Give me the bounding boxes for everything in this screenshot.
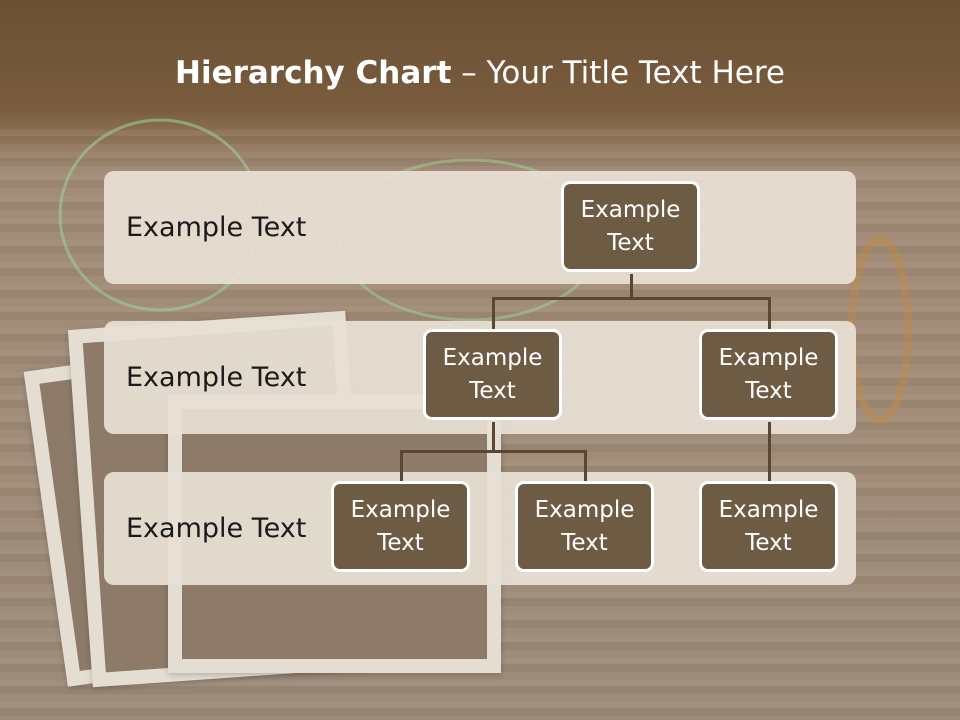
connector-left-child-2: [584, 450, 587, 482]
node-level2-right[interactable]: Example Text: [699, 329, 838, 420]
title-bold: Hierarchy Chart: [175, 55, 452, 91]
connector-right-child: [768, 422, 771, 482]
level-label-3: Example Text: [126, 513, 307, 544]
level-label-2: Example Text: [126, 362, 307, 393]
slide: Hierarchy Chart – Your Title Text Here E…: [0, 0, 960, 720]
connector-left-up: [492, 297, 495, 331]
node-level3-left-1[interactable]: Example Text: [331, 481, 470, 572]
node-level2-left[interactable]: Example Text: [423, 329, 562, 420]
connector-root-down: [630, 274, 633, 299]
connector-left-down: [492, 422, 495, 452]
connector-level3-bar: [400, 450, 587, 453]
node-root[interactable]: Example Text: [561, 181, 700, 272]
node-level3-right-1[interactable]: Example Text: [699, 481, 838, 572]
level-label-1: Example Text: [126, 212, 307, 243]
connector-level2-bar: [492, 297, 771, 300]
title-rest: – Your Title Text Here: [451, 55, 785, 91]
slide-title: Hierarchy Chart – Your Title Text Here: [0, 55, 960, 91]
connector-right-up: [768, 297, 771, 331]
node-level3-left-2[interactable]: Example Text: [515, 481, 654, 572]
connector-left-child-1: [400, 450, 403, 482]
level-band-1: Example Text: [104, 171, 856, 284]
